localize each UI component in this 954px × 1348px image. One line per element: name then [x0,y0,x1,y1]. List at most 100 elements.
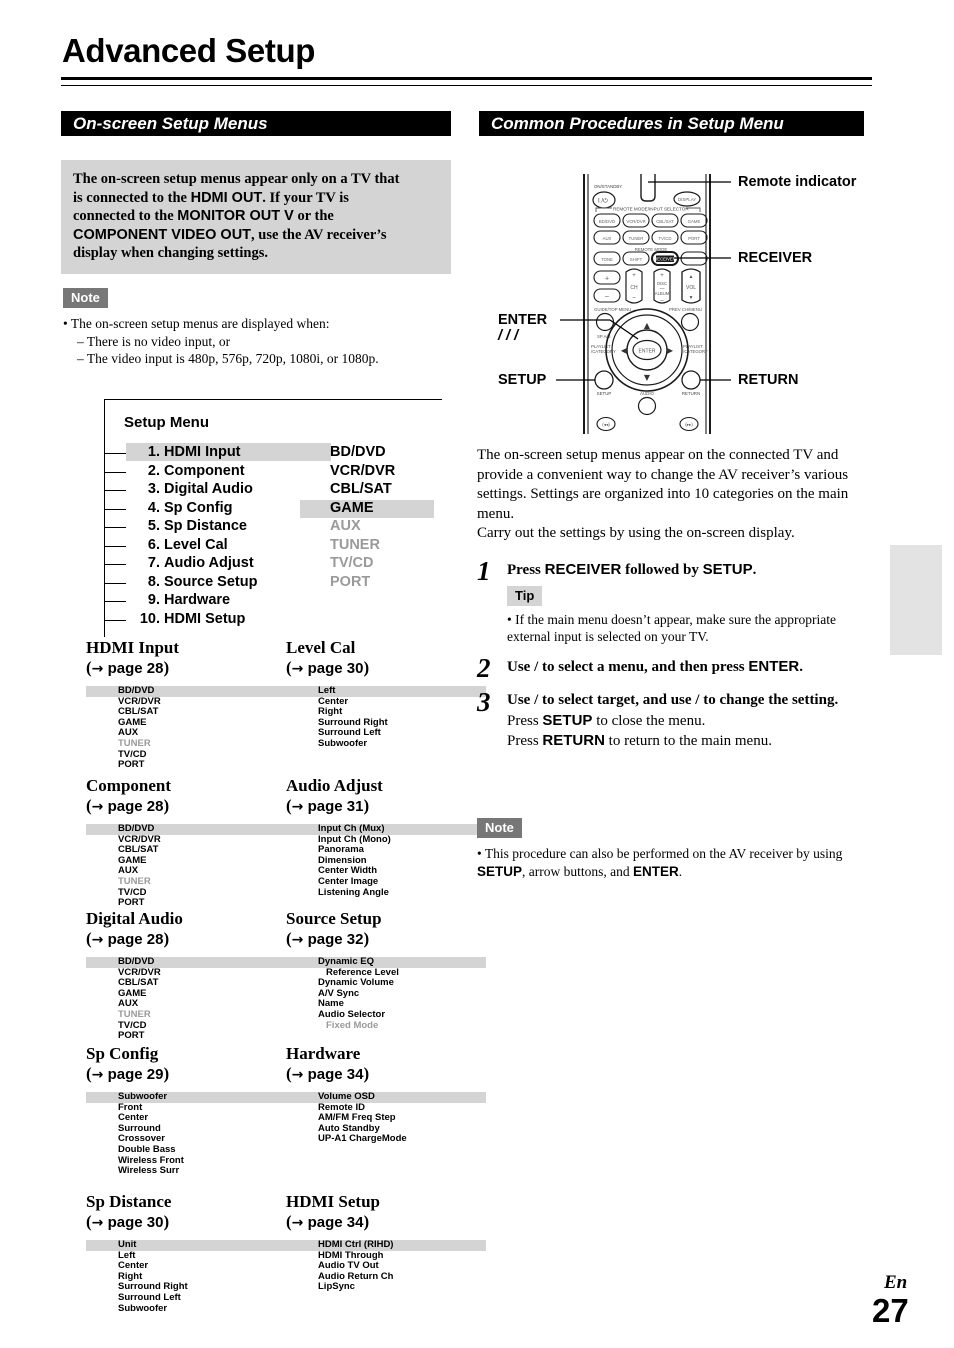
submenu-item-crossover[interactable]: Crossover [86,1134,286,1145]
submenu-page-ref[interactable]: (→ page 30) [86,1212,286,1233]
submenu-item-cbl-sat[interactable]: CBL/SAT [86,844,286,856]
source-item-game[interactable]: GAME [300,499,450,518]
submenu-item-input-ch-mono-[interactable]: Input Ch (Mono) [286,834,486,846]
submenu-item-center-width[interactable]: Center Width [286,866,486,877]
submenu-item-double-bass[interactable]: Double Bass [86,1144,286,1156]
submenu-item-aux[interactable]: AUX [86,866,286,877]
setup-menu-title: Setup Menu [124,414,209,431]
label-remote-indicator: Remote indicator [738,174,857,190]
submenu-item-dynamic-volume[interactable]: Dynamic Volume [286,977,486,989]
submenu-item-listening-angle[interactable]: Listening Angle [286,887,486,899]
submenu-item-wireless-surr[interactable]: Wireless Surr [86,1165,286,1177]
setup-menu-item-hardware[interactable]: 9. Hardware [104,592,444,611]
submenu-item-aux[interactable]: AUX [86,999,286,1010]
submenu-item-vcr-dvr[interactable]: VCR/DVR [86,834,286,846]
submenu-item-subwoofer[interactable]: Subwoofer [286,738,486,750]
submenu-item-lipsync[interactable]: LipSync [286,1282,486,1293]
submenu-item-surround-right[interactable]: Surround Right [86,1282,286,1293]
submenu-item-game[interactable]: GAME [86,717,286,729]
source-item-aux[interactable]: AUX [330,518,450,537]
source-item-vcr-dvr[interactable]: VCR/DVR [330,463,450,482]
submenu-item-up-a1-chargemode[interactable]: UP-A1 ChargeMode [286,1134,486,1145]
submenu-item-hdmi-through[interactable]: HDMI Through [286,1250,486,1262]
submenu-page-ref[interactable]: (→ page 32) [286,929,486,950]
submenu-item-left[interactable]: Left [86,1250,286,1262]
callout-line1: The on-screen setup menus appear only on… [73,171,400,187]
submenu-page-ref[interactable]: (→ page 34) [286,1064,486,1085]
setup-menu-item-hdmi-setup[interactable]: 10. HDMI Setup [104,611,444,630]
submenu-item-left[interactable]: Left [286,685,486,697]
submenu-item-label: PORT [118,1030,145,1042]
section-banner-common-procedures: Common Procedures in Setup Menu [479,111,864,136]
submenu-item-tv-cd[interactable]: TV/CD [86,1020,286,1032]
step-3: 3 Use / to select target, and use / to c… [477,687,869,752]
submenu-item-tv-cd[interactable]: TV/CD [86,749,286,761]
submenu-heading: Digital Audio [86,909,183,928]
note-left-line-3: – The video input is 480p, 576p, 720p, 1… [77,351,379,366]
submenu-item-cbl-sat[interactable]: CBL/SAT [86,977,286,989]
source-item-label: TUNER [330,536,380,553]
submenu-item-tuner[interactable]: TUNER [86,875,286,888]
setup-menu-item-number: 5. [147,518,160,534]
submenu-item-surround-left[interactable]: Surround Left [86,1292,286,1304]
submenu-item-dimension[interactable]: Dimension [286,855,486,867]
source-item-tv-cd[interactable]: TV/CD [330,555,450,574]
submenu-item-bd-dvd[interactable]: BD/DVD [86,685,286,697]
submenu-item-hdmi-ctrl-rihd-[interactable]: HDMI Ctrl (RIHD) [286,1239,486,1251]
submenu-item-port[interactable]: PORT [86,1030,286,1042]
callout-hdmi-out: HDMI OUT [190,189,263,206]
submenu-item-label: CBL/SAT [118,706,159,718]
submenu-item-audio-selector[interactable]: Audio Selector [286,1009,486,1021]
submenu-item-subwoofer[interactable]: Subwoofer [86,1091,286,1103]
submenu-item-tuner[interactable]: TUNER [86,1009,286,1021]
submenu-page-ref[interactable]: (→ page 28) [86,929,286,950]
submenu-item-port[interactable]: PORT [86,759,286,771]
submenu-item-tv-cd[interactable]: TV/CD [86,887,286,899]
submenu-item-game[interactable]: GAME [86,988,286,1000]
submenu-item-aux[interactable]: AUX [86,728,286,739]
submenu-item-volume-osd[interactable]: Volume OSD [286,1091,486,1103]
submenu-item-center[interactable]: Center [86,1260,286,1272]
submenu-page-label: page 29 [107,1066,164,1083]
source-item-port[interactable]: PORT [330,574,450,593]
submenu-item-name[interactable]: Name [286,999,486,1010]
submenu-item-surround-left[interactable]: Surround Left [286,728,486,739]
submenu-item-label: TUNER [118,875,151,887]
submenu-item-panorama[interactable]: Panorama [286,844,486,856]
submenu-item-unit[interactable]: Unit [86,1239,286,1251]
source-item-bd-dvd[interactable]: BD/DVD [330,444,450,463]
submenu-item-front[interactable]: Front [86,1102,286,1114]
submenu-page-ref[interactable]: (→ page 31) [286,796,486,817]
submenu-item-vcr-dvr[interactable]: VCR/DVR [86,696,286,708]
submenu-page-ref[interactable]: (→ page 28) [86,796,286,817]
submenu-item-surround-right[interactable]: Surround Right [286,717,486,729]
source-item-cbl-sat[interactable]: CBL/SAT [330,481,450,500]
tree-branch-line [104,619,126,621]
submenu-item-surround[interactable]: Surround [86,1123,286,1135]
submenu-item-center[interactable]: Center [286,696,486,708]
submenu-item-fixed-mode[interactable]: Fixed Mode [286,1020,486,1032]
submenu-item-cbl-sat[interactable]: CBL/SAT [86,706,286,718]
submenu-page-ref[interactable]: (→ page 34) [286,1212,486,1233]
source-item-tuner[interactable]: TUNER [330,537,450,556]
submenu-item-port[interactable]: PORT [86,897,286,909]
submenu-item-a-v-sync[interactable]: A/V Sync [286,988,486,1000]
step-2-t1: Use / to select a menu, and then press [507,658,749,675]
tree-branch-line [104,601,126,602]
submenu-item-bd-dvd[interactable]: BD/DVD [86,823,286,835]
callout-line2c: . If your TV is [262,189,349,206]
submenu-item-audio-return-ch[interactable]: Audio Return Ch [286,1271,486,1283]
submenu-page-ref[interactable]: (→ page 28) [86,658,286,679]
submenu-item-game[interactable]: GAME [86,855,286,867]
submenu-item-bd-dvd[interactable]: BD/DVD [86,956,286,968]
submenu-item-vcr-dvr[interactable]: VCR/DVR [86,967,286,979]
submenu-item-tuner[interactable]: TUNER [86,738,286,750]
submenu-item-am-fm-freq-step[interactable]: AM/FM Freq Step [286,1112,486,1124]
submenu-block-hdmi-setup: HDMI Setup (→ page 34) HDMI Ctrl (RIHD) HDM… [286,1192,486,1293]
submenu-page-ref[interactable]: (→ page 30) [286,658,486,679]
submenu-item-subwoofer[interactable]: Subwoofer [86,1303,286,1315]
submenu-item-wireless-front[interactable]: Wireless Front [86,1155,286,1167]
submenu-item-center[interactable]: Center [86,1112,286,1124]
submenu-page-ref[interactable]: (→ page 29) [86,1064,286,1085]
submenu-item-list: BD/DVD VCR/DVR CBL/SAT GAME AUX TUNER TV/CD POR… [86,685,286,771]
